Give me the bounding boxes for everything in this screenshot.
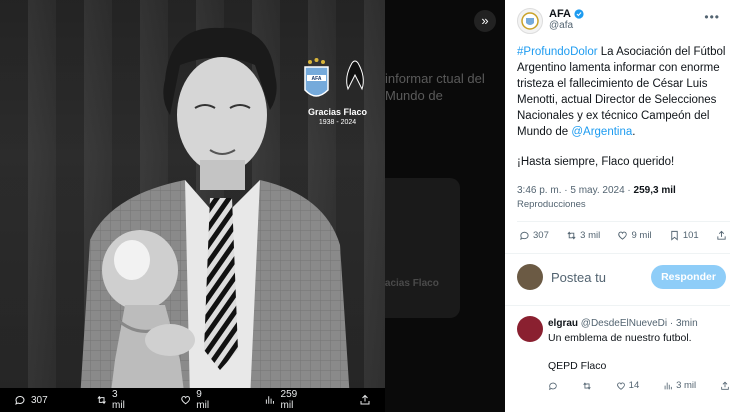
heart-icon: [181, 395, 190, 405]
media-like-count: 9 mil: [196, 389, 210, 411]
media-share-button[interactable]: [359, 394, 371, 406]
badge-years: 1938 - 2024: [318, 119, 357, 126]
tweet-author[interactable]: AFA @afa: [517, 8, 584, 34]
repost-icon: [567, 231, 576, 240]
tweet-timestamp[interactable]: 3:46 p. m. · 5 may. 2024 · 259,3 mil: [517, 185, 676, 196]
blurred-card-caption: racias Flaco: [381, 278, 439, 289]
user-avatar[interactable]: [517, 264, 543, 290]
views-label: Reproducciones: [517, 199, 586, 210]
media-like-button[interactable]: 9 mil: [180, 389, 216, 411]
afa-tribute-badge: AFA Gracias Flaco 1938 - 2024: [300, 55, 375, 126]
like-button[interactable]: 9 mil: [617, 230, 652, 241]
divider: [505, 305, 730, 306]
media-repost-count: 3 mil: [112, 389, 125, 411]
reply-input[interactable]: Postea tu: [551, 270, 606, 285]
media-reply-count: 307: [31, 394, 48, 406]
reply-share-button[interactable]: [720, 380, 730, 391]
reply-text-line1: Un emblema de nuestro futbol.: [548, 332, 692, 344]
author-handle[interactable]: @afa: [549, 20, 584, 31]
reply-count: 307: [533, 230, 549, 241]
media-repost-button[interactable]: 3 mil: [96, 389, 132, 411]
hashtag-link[interactable]: #ProfundoDolor: [517, 46, 598, 58]
afa-logo-icon: [521, 12, 539, 30]
reply-button[interactable]: 307: [519, 230, 549, 241]
tweet-views-count: 259,3 mil: [633, 185, 676, 196]
media-views-count: 259 mil: [280, 389, 298, 411]
repost-icon: [97, 395, 106, 405]
heart-icon: [616, 381, 625, 390]
expand-icon[interactable]: »: [474, 10, 496, 32]
verified-badge-icon: [574, 9, 584, 19]
tweet-text-closing: ¡Hasta siempre, Flaco querido!: [517, 156, 675, 168]
divider: [517, 221, 730, 222]
divider: [505, 253, 730, 254]
share-icon: [717, 230, 726, 240]
tweet-text-body: La Asociación del Fútbol Argentino lamen…: [517, 46, 726, 138]
blurred-card: racias Flaco: [375, 178, 460, 318]
media-viewer: informar ctual del Mundo de racias Flaco: [0, 0, 505, 412]
views-icon: [664, 382, 672, 389]
reply-actions: 14 3 mil: [548, 380, 730, 391]
blurred-tweet-text: informar ctual del Mundo de: [385, 71, 485, 103]
media-reply-button[interactable]: 307: [14, 394, 48, 406]
reply-icon: [520, 231, 529, 241]
tweet-stats-bar: 307 3 mil 9 mil 101: [519, 230, 727, 241]
reply-repost-button[interactable]: [582, 380, 592, 391]
reply-icon: [549, 382, 557, 390]
repost-icon: [583, 381, 591, 390]
compose-reply: Postea tu: [517, 264, 606, 290]
reply-icon: [15, 395, 25, 405]
tweet-text-end: .: [632, 126, 636, 138]
afa-crest-icon: AFA: [304, 58, 364, 97]
bookmark-icon: [671, 230, 678, 241]
like-count: 9 mil: [631, 230, 652, 241]
tweet-text: #ProfundoDolor La Asociación del Fútbol …: [517, 44, 729, 170]
reply-avatar[interactable]: [517, 316, 543, 342]
heart-icon: [618, 231, 628, 240]
tweet-time: 3:46 p. m. · 5 may. 2024 ·: [517, 185, 634, 196]
blurred-background: informar ctual del Mundo de racias Flaco: [375, 0, 505, 412]
share-icon: [360, 394, 370, 405]
reply-text-line2: QEPD Flaco: [548, 360, 607, 372]
views-icon: [266, 396, 275, 404]
author-name[interactable]: AFA: [549, 8, 571, 20]
svg-text:AFA: AFA: [312, 76, 322, 82]
reply-author-name[interactable]: elgrau: [548, 318, 578, 329]
reply-submit-button[interactable]: Responder: [651, 265, 726, 289]
share-button[interactable]: [716, 230, 727, 241]
badge-caption: Gracias Flaco: [307, 107, 368, 117]
repost-button[interactable]: 3 mil: [566, 230, 600, 241]
bookmark-count: 101: [682, 230, 699, 241]
bookmark-button[interactable]: 101: [669, 230, 699, 241]
tweet-panel: AFA @afa ••• #ProfundoDolor La Asociació…: [505, 0, 730, 412]
author-avatar[interactable]: [517, 8, 543, 34]
media-views-button[interactable]: 259 mil: [264, 389, 311, 411]
reply-reply-button[interactable]: [548, 380, 558, 391]
share-icon: [721, 381, 729, 390]
mention-link[interactable]: @Argentina: [571, 126, 632, 138]
media-actions-bar: 307 3 mil 9 mil 259 mil: [0, 388, 385, 412]
reply-author-handle[interactable]: @DesdeElNueveDi · 3min: [581, 318, 698, 329]
reply-views-count: 3 mil: [676, 380, 697, 391]
reply-like-button[interactable]: 14: [616, 380, 640, 391]
reply-like-count: 14: [628, 380, 640, 391]
reply-views-button[interactable]: 3 mil: [663, 380, 696, 391]
more-options-icon[interactable]: •••: [704, 10, 720, 24]
repost-count: 3 mil: [580, 230, 601, 241]
